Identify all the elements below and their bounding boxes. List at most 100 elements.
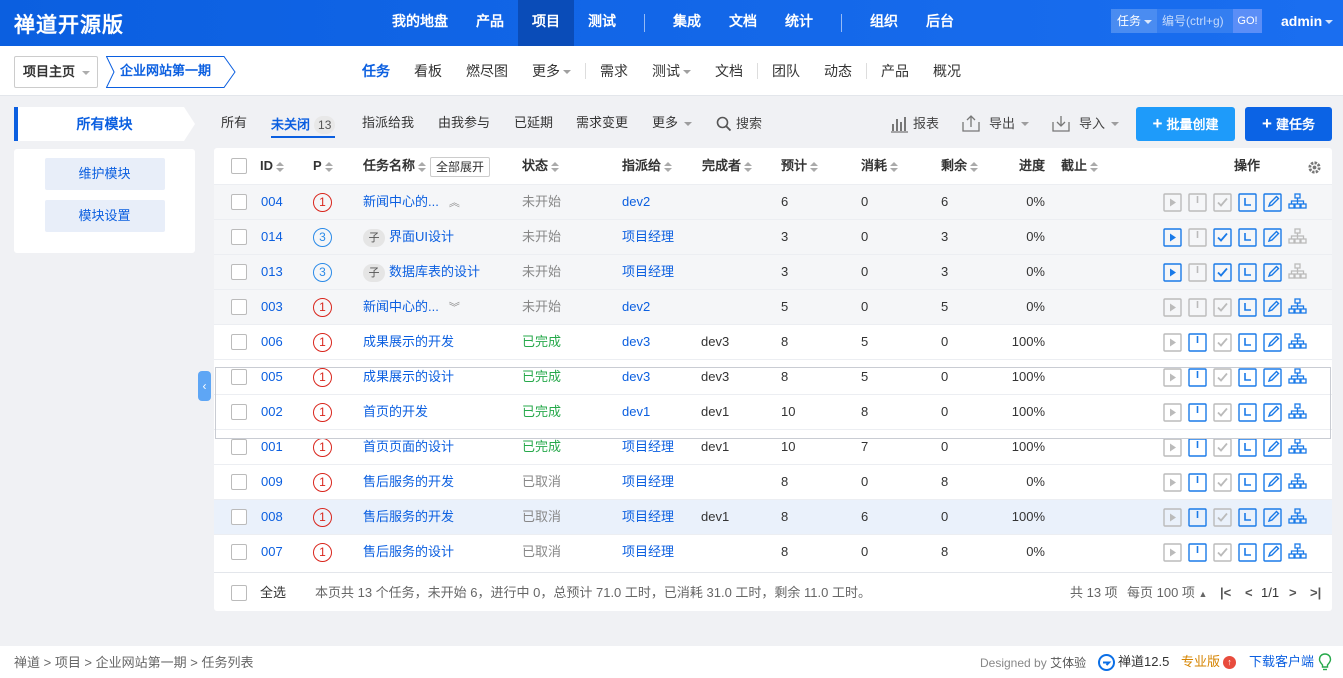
task-id[interactable]: 006 xyxy=(261,325,283,360)
task-id[interactable]: 014 xyxy=(261,220,283,255)
filter-story-changed[interactable]: 需求变更 xyxy=(576,107,628,141)
record-effort-icon[interactable] xyxy=(1188,438,1207,457)
sub-task-icon[interactable] xyxy=(1288,543,1307,562)
start-icon[interactable] xyxy=(1163,193,1182,212)
task-name-link[interactable]: 售后服务的设计 xyxy=(363,544,454,559)
sub-task-icon[interactable] xyxy=(1288,508,1307,527)
history-icon[interactable] xyxy=(1238,508,1257,527)
sub-nav-item-product[interactable]: 产品 xyxy=(869,61,921,81)
col-deadline[interactable]: 截止 xyxy=(1061,148,1099,184)
task-id[interactable]: 001 xyxy=(261,430,283,465)
row-checkbox[interactable] xyxy=(231,404,247,420)
finish-icon[interactable] xyxy=(1213,473,1232,492)
finish-icon[interactable] xyxy=(1213,333,1232,352)
next-page-button[interactable]: > xyxy=(1289,573,1297,612)
import-button[interactable]: 导入 xyxy=(1051,107,1120,141)
task-name-link[interactable]: 售后服务的开发 xyxy=(363,509,454,524)
start-icon[interactable] xyxy=(1163,403,1182,422)
history-icon[interactable] xyxy=(1238,228,1257,247)
select-all-checkbox[interactable] xyxy=(231,585,247,601)
row-checkbox[interactable] xyxy=(231,474,247,490)
task-id[interactable]: 008 xyxy=(261,500,283,535)
row-checkbox[interactable] xyxy=(231,439,247,455)
sub-nav-item-doc[interactable]: 文档 xyxy=(703,61,755,81)
row-checkbox[interactable] xyxy=(231,264,247,280)
task-name-link[interactable]: 成果展示的设计 xyxy=(363,369,454,384)
search-input[interactable] xyxy=(1157,9,1233,33)
expand-all-button[interactable]: 全部展开 xyxy=(430,156,491,177)
first-page-button[interactable]: |< xyxy=(1220,573,1231,612)
create-task-button[interactable]: + 建任务 xyxy=(1245,107,1332,141)
sidebar-collapse-toggle[interactable]: ‹ xyxy=(198,371,211,401)
col-finished-by[interactable]: 完成者 xyxy=(702,148,753,184)
finish-icon[interactable] xyxy=(1213,193,1232,212)
task-id[interactable]: 005 xyxy=(261,360,283,395)
sub-nav-item-view[interactable]: 概况 xyxy=(921,61,973,81)
record-effort-icon[interactable] xyxy=(1188,298,1207,317)
last-page-button[interactable]: >| xyxy=(1310,573,1321,612)
brand-logo[interactable]: 禅道开源版 xyxy=(14,9,124,39)
finish-icon[interactable] xyxy=(1213,438,1232,457)
main-nav-item-ci[interactable]: 集成 xyxy=(659,0,715,46)
sub-task-icon[interactable] xyxy=(1288,333,1307,352)
module-settings-button[interactable]: 模块设置 xyxy=(44,200,165,232)
task-id[interactable]: 004 xyxy=(261,185,283,220)
record-effort-icon[interactable] xyxy=(1188,368,1207,387)
col-id[interactable]: ID xyxy=(260,148,284,184)
task-name-link[interactable]: 售后服务的开发 xyxy=(363,474,454,489)
prev-page-button[interactable]: < xyxy=(1245,573,1253,612)
record-effort-icon[interactable] xyxy=(1188,263,1207,282)
finish-icon[interactable] xyxy=(1213,228,1232,247)
main-nav-item-report[interactable]: 统计 xyxy=(771,0,827,46)
sub-nav-item-task[interactable]: 任务 xyxy=(350,61,402,81)
history-icon[interactable] xyxy=(1238,438,1257,457)
user-menu[interactable]: admin xyxy=(1281,13,1334,29)
finish-icon[interactable] xyxy=(1213,298,1232,317)
per-page-select[interactable]: 每页 100 项 ▲ xyxy=(1127,573,1207,612)
history-icon[interactable] xyxy=(1238,298,1257,317)
start-icon[interactable] xyxy=(1163,473,1182,492)
edit-icon[interactable] xyxy=(1263,403,1282,422)
filter-delayed[interactable]: 已延期 xyxy=(514,107,553,141)
task-name-link[interactable]: 数据库表的设计 xyxy=(389,264,480,279)
edit-icon[interactable] xyxy=(1263,473,1282,492)
assigned-to[interactable]: 项目经理 xyxy=(622,255,674,290)
finish-icon[interactable] xyxy=(1213,508,1232,527)
project-home-dropdown[interactable]: 项目主页 xyxy=(14,56,98,88)
main-nav-item-project[interactable]: 项目 xyxy=(518,0,574,46)
task-id[interactable]: 009 xyxy=(261,465,283,500)
col-assigned[interactable]: 指派给 xyxy=(622,148,673,184)
sub-task-icon[interactable] xyxy=(1288,193,1307,212)
project-switcher[interactable]: 企业网站第一期 xyxy=(106,56,236,88)
start-icon[interactable] xyxy=(1163,438,1182,457)
col-left[interactable]: 剩余 xyxy=(941,148,979,184)
main-nav-item-my[interactable]: 我的地盘 xyxy=(378,0,462,46)
filter-assigned-to-me[interactable]: 指派给我 xyxy=(362,107,414,141)
sub-nav-item-more[interactable]: 更多 xyxy=(520,61,583,81)
main-nav-item-product[interactable]: 产品 xyxy=(462,0,518,46)
record-effort-icon[interactable] xyxy=(1188,333,1207,352)
sub-task-icon[interactable] xyxy=(1288,263,1307,282)
search-go-button[interactable]: GO! xyxy=(1233,9,1262,33)
zentao-version[interactable]: 禅道12.5 xyxy=(1098,646,1169,678)
history-icon[interactable] xyxy=(1238,473,1257,492)
sub-task-icon[interactable] xyxy=(1288,438,1307,457)
assigned-to[interactable]: 项目经理 xyxy=(622,535,674,570)
filter-unclosed[interactable]: 未关闭 13 xyxy=(271,110,336,138)
sub-task-icon[interactable] xyxy=(1288,473,1307,492)
task-id[interactable]: 013 xyxy=(261,255,283,290)
task-name-link[interactable]: 新闻中心的... xyxy=(363,194,439,209)
batch-create-button[interactable]: + 批量创建 xyxy=(1136,107,1235,141)
sub-task-icon[interactable] xyxy=(1288,298,1307,317)
edit-icon[interactable] xyxy=(1263,438,1282,457)
main-nav-item-admin[interactable]: 后台 xyxy=(912,0,968,46)
start-icon[interactable] xyxy=(1163,298,1182,317)
edit-icon[interactable] xyxy=(1263,193,1282,212)
assigned-to[interactable]: dev1 xyxy=(622,395,650,430)
row-checkbox[interactable] xyxy=(231,334,247,350)
history-icon[interactable] xyxy=(1238,333,1257,352)
designer-name[interactable]: 艾体验 xyxy=(1050,656,1086,670)
col-priority[interactable]: P xyxy=(313,148,333,184)
main-nav-item-company[interactable]: 组织 xyxy=(856,0,912,46)
sub-nav-item-dynamic[interactable]: 动态 xyxy=(812,61,864,81)
